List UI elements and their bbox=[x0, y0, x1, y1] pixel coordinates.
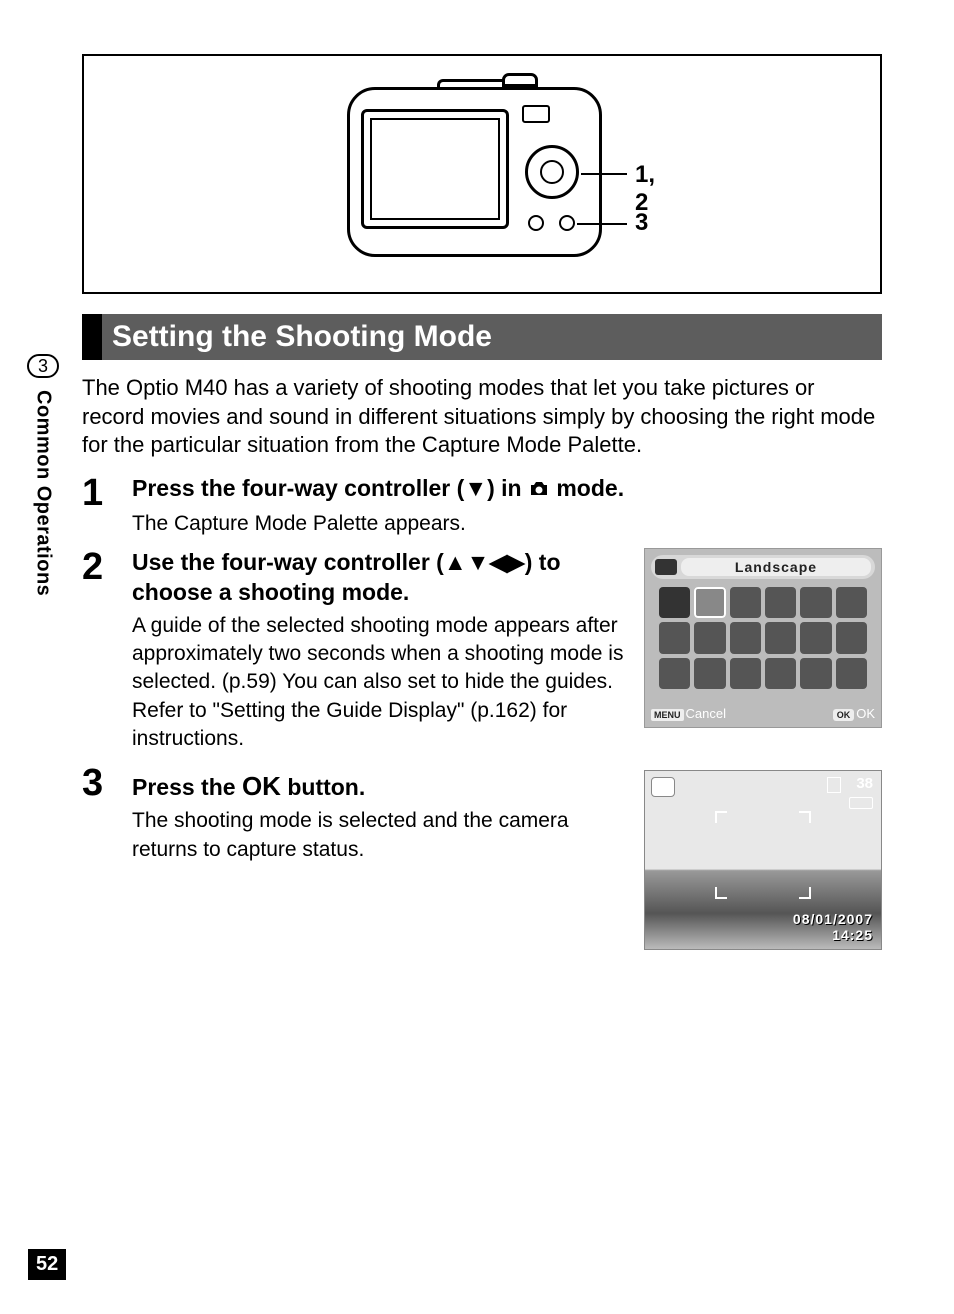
mode-icon bbox=[836, 658, 867, 689]
step-2: 2 Use the four-way controller (▲▼◀▶) to … bbox=[82, 548, 882, 754]
menu-badge: MENU bbox=[651, 709, 684, 721]
mode-icon bbox=[765, 622, 796, 653]
step-description: The Capture Mode Palette appears. bbox=[132, 510, 882, 538]
leader-line-icon bbox=[581, 173, 627, 175]
mode-icon bbox=[800, 658, 831, 689]
step-number: 2 bbox=[82, 548, 132, 754]
capture-time: 14:25 bbox=[832, 927, 873, 943]
landscape-mode-icon bbox=[651, 777, 675, 797]
menu-cancel-label: MENUCancel bbox=[651, 706, 726, 721]
step-number: 3 bbox=[82, 764, 132, 950]
mode-icon bbox=[730, 587, 761, 618]
step-description: A guide of the selected shooting mode ap… bbox=[132, 612, 630, 754]
mode-icon bbox=[694, 622, 725, 653]
step-3: 3 Press the OK button. The shooting mode… bbox=[82, 764, 882, 950]
step-description: The shooting mode is selected and the ca… bbox=[132, 807, 630, 864]
shots-remaining: 38 bbox=[856, 775, 873, 792]
mode-icon bbox=[730, 622, 761, 653]
focus-bracket-icon bbox=[715, 887, 727, 899]
step-title: Press the four-way controller (▼) in mod… bbox=[132, 474, 882, 506]
mode-icon bbox=[694, 587, 725, 618]
palette-mode-name: Landscape bbox=[681, 558, 871, 576]
step-number: 1 bbox=[82, 474, 132, 538]
leader-line-icon bbox=[577, 223, 627, 225]
mode-icon bbox=[765, 658, 796, 689]
mode-icon bbox=[836, 587, 867, 618]
focus-bracket-icon bbox=[799, 811, 811, 823]
ok-badge: OK bbox=[833, 709, 855, 721]
small-button-icon bbox=[528, 215, 544, 231]
camera-icon bbox=[655, 559, 677, 575]
ok-button-icon bbox=[540, 160, 564, 184]
capture-screen-figure: 38 08/01/2007 14:25 bbox=[644, 770, 882, 950]
down-arrow-icon: ▼ bbox=[464, 475, 487, 501]
small-button-icon bbox=[559, 215, 575, 231]
side-tab: 3 Common Operations bbox=[22, 354, 64, 596]
step-title: Press the OK button. bbox=[132, 770, 630, 804]
step-title: Use the four-way controller (▲▼◀▶) to ch… bbox=[132, 548, 630, 608]
focus-bracket-icon bbox=[799, 887, 811, 899]
step-title-text: button. bbox=[281, 774, 365, 800]
intro-paragraph: The Optio M40 has a variety of shooting … bbox=[82, 374, 882, 460]
ok-glyph: OK bbox=[242, 771, 281, 801]
callout-label: 3 bbox=[635, 209, 648, 237]
focus-bracket-icon bbox=[715, 811, 727, 823]
page-number: 52 bbox=[28, 1249, 66, 1280]
battery-icon bbox=[849, 797, 873, 809]
mode-icon bbox=[659, 658, 690, 689]
capture-date: 08/01/2007 bbox=[793, 911, 873, 927]
mode-icon bbox=[800, 587, 831, 618]
mode-icon bbox=[836, 622, 867, 653]
shutter-icon bbox=[502, 73, 538, 87]
lcd-icon bbox=[361, 109, 509, 229]
camera-icon bbox=[528, 476, 550, 506]
mode-icon bbox=[765, 587, 796, 618]
card-icon bbox=[827, 777, 841, 793]
step-1: 1 Press the four-way controller (▼) in m… bbox=[82, 474, 882, 538]
step-title-text: Press the four-way controller ( bbox=[132, 475, 464, 501]
mode-icon bbox=[659, 587, 690, 618]
step-title-text: Press the bbox=[132, 774, 242, 800]
mode-dial-icon bbox=[522, 105, 550, 123]
mode-palette-figure: Landscape bbox=[644, 548, 882, 728]
mode-icon bbox=[694, 658, 725, 689]
mode-icon bbox=[659, 622, 690, 653]
mode-grid bbox=[659, 587, 867, 689]
ok-text: OK bbox=[856, 706, 875, 721]
cancel-text: Cancel bbox=[686, 706, 726, 721]
camera-diagram: 1, 2 3 bbox=[82, 54, 882, 294]
section-heading: Setting the Shooting Mode bbox=[82, 314, 882, 360]
mode-icon bbox=[800, 622, 831, 653]
ok-confirm-label: OKOK bbox=[833, 706, 875, 721]
chapter-title: Common Operations bbox=[32, 390, 55, 596]
step-title-text: mode. bbox=[550, 475, 624, 501]
step-title-text: ) in bbox=[487, 475, 528, 501]
chapter-number-badge: 3 bbox=[27, 354, 59, 378]
mode-icon bbox=[730, 658, 761, 689]
